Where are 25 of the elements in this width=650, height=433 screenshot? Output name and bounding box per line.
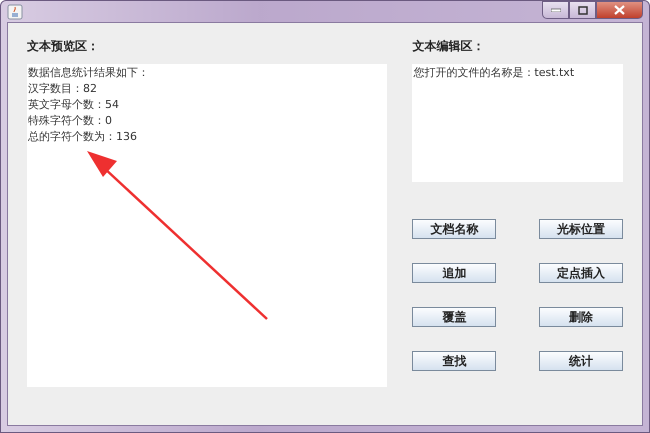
minimize-icon [550, 8, 560, 12]
action-button[interactable]: 追加 [412, 263, 496, 283]
action-button[interactable]: 覆盖 [412, 307, 496, 327]
action-button[interactable]: 定点插入 [539, 263, 623, 283]
action-button[interactable]: 查找 [412, 351, 496, 371]
app-icon [7, 4, 23, 20]
section-label: 文本预览区： [27, 38, 100, 55]
text-line: 您打开的文件的名称是：test.txt [413, 65, 576, 81]
close-icon [614, 5, 625, 15]
preview-text-area[interactable]: 数据信息统计结果如下： 汉字数目：82 英文字母个数：54 特殊字符个数：0 总的字符个数为：136 [27, 64, 388, 387]
maximize-icon [578, 6, 588, 14]
text-line: 汉字数目：82 [28, 81, 98, 97]
minimize-button[interactable] [542, 1, 569, 19]
action-button[interactable]: 光标位置 [539, 219, 623, 239]
text-line: 英文字母个数：54 [28, 97, 120, 113]
action-button[interactable]: 文档名称 [412, 219, 496, 239]
text-line: 特殊字符个数：0 [28, 113, 113, 129]
action-button[interactable]: 删除 [539, 307, 623, 327]
close-button[interactable] [596, 1, 643, 19]
text-line: 数据信息统计结果如下： [28, 65, 150, 81]
section-label: 文本编辑区： [412, 38, 486, 55]
text-line: 总的字符个数为：136 [28, 129, 138, 145]
editor-text-area[interactable]: 您打开的文件的名称是：test.txt [412, 64, 623, 182]
maximize-button[interactable] [569, 1, 596, 19]
action-button[interactable]: 统计 [539, 351, 623, 371]
